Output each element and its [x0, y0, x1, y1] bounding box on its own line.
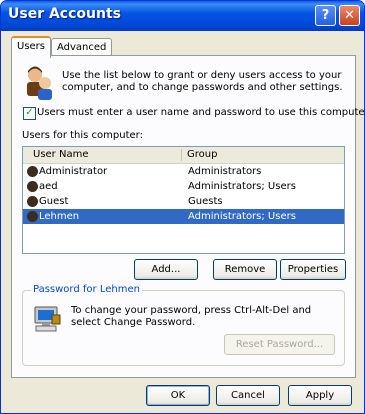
group-cell: Administrators [188, 166, 262, 177]
column-divider[interactable] [181, 149, 182, 161]
require-login-label[interactable]: Users must enter a user name and passwor… [37, 107, 364, 118]
column-user-name[interactable]: User Name [33, 149, 88, 160]
user-icon [27, 166, 38, 177]
add-button[interactable]: Add... [134, 259, 198, 280]
require-login-checkbox[interactable]: ✓ [23, 107, 36, 120]
reset-password-button[interactable]: Reset Password... [224, 334, 335, 355]
cancel-button[interactable]: Cancel [216, 385, 280, 406]
user-name-cell: Lehmen [39, 211, 80, 222]
user-name-cell: Guest [39, 196, 69, 207]
table-row[interactable]: Guest Guests [23, 194, 344, 209]
password-group: Password for Lehmen To change your passw… [22, 284, 345, 366]
password-instructions: To change your password, press Ctrl-Alt-… [71, 305, 312, 328]
table-row[interactable]: aed Administrators; Users [23, 179, 344, 194]
group-cell: Administrators; Users [188, 211, 296, 222]
users-icon [27, 66, 52, 100]
table-row-selected[interactable]: Lehmen Administrators; Users [23, 209, 344, 224]
list-header: User Name Group [23, 147, 344, 164]
users-list[interactable]: User Name Group Administrator Administra… [22, 146, 345, 254]
remove-button[interactable]: Remove [213, 259, 277, 280]
password-group-title: Password for Lehmen [31, 284, 142, 295]
user-accounts-dialog: User Accounts ? ✕ Users Advanced Use the… [0, 0, 365, 414]
title-bar[interactable]: User Accounts ? ✕ [1, 1, 364, 31]
window-title: User Accounts [8, 6, 121, 22]
user-icon [27, 196, 38, 207]
apply-button[interactable]: Apply [288, 385, 352, 406]
help-button[interactable]: ? [315, 5, 336, 26]
properties-button[interactable]: Properties [280, 259, 346, 280]
user-icon [27, 181, 38, 192]
tab-users[interactable]: Users [11, 36, 52, 58]
users-tab-panel: Use the list below to grant or deny user… [11, 55, 364, 378]
table-row[interactable]: Administrator Administrators [23, 164, 344, 179]
user-icon [27, 211, 38, 222]
group-cell: Guests [188, 196, 223, 207]
user-name-cell: Administrator [39, 166, 108, 177]
group-cell: Administrators; Users [188, 181, 296, 192]
column-group[interactable]: Group [187, 149, 217, 160]
users-list-label: Users for this computer: [22, 130, 143, 141]
close-button[interactable]: ✕ [339, 5, 360, 26]
user-name-cell: aed [39, 181, 58, 192]
intro-text: Use the list below to grant or deny user… [62, 70, 343, 93]
tab-advanced[interactable]: Advanced [51, 38, 113, 56]
ok-button[interactable]: OK [146, 385, 210, 406]
computer-icon [34, 306, 61, 332]
